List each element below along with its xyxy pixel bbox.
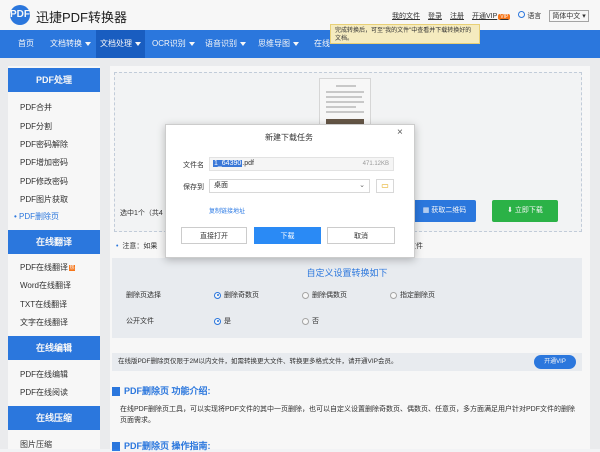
chevron-down-icon: ⌄ [359,182,365,189]
file-size: 471.12KB [362,161,389,167]
filename-field[interactable]: 1_64390.pdf 471.12KB [209,157,394,171]
dialog-title: 新建下载任务 [265,133,313,142]
save-to-label: 保存到 [183,184,204,191]
filename-label: 文件名 [183,162,204,169]
folder-icon[interactable]: ▭ [376,179,394,193]
cancel-button[interactable]: 取消 [327,227,395,244]
copy-link-button[interactable]: 复制链接地址 [209,206,245,215]
download-button[interactable]: 下载 [254,227,321,244]
open-directly-button[interactable]: 直接打开 [181,227,247,244]
save-location-select[interactable]: 桌面 ⌄ [209,179,370,193]
close-icon[interactable]: × [397,127,403,138]
